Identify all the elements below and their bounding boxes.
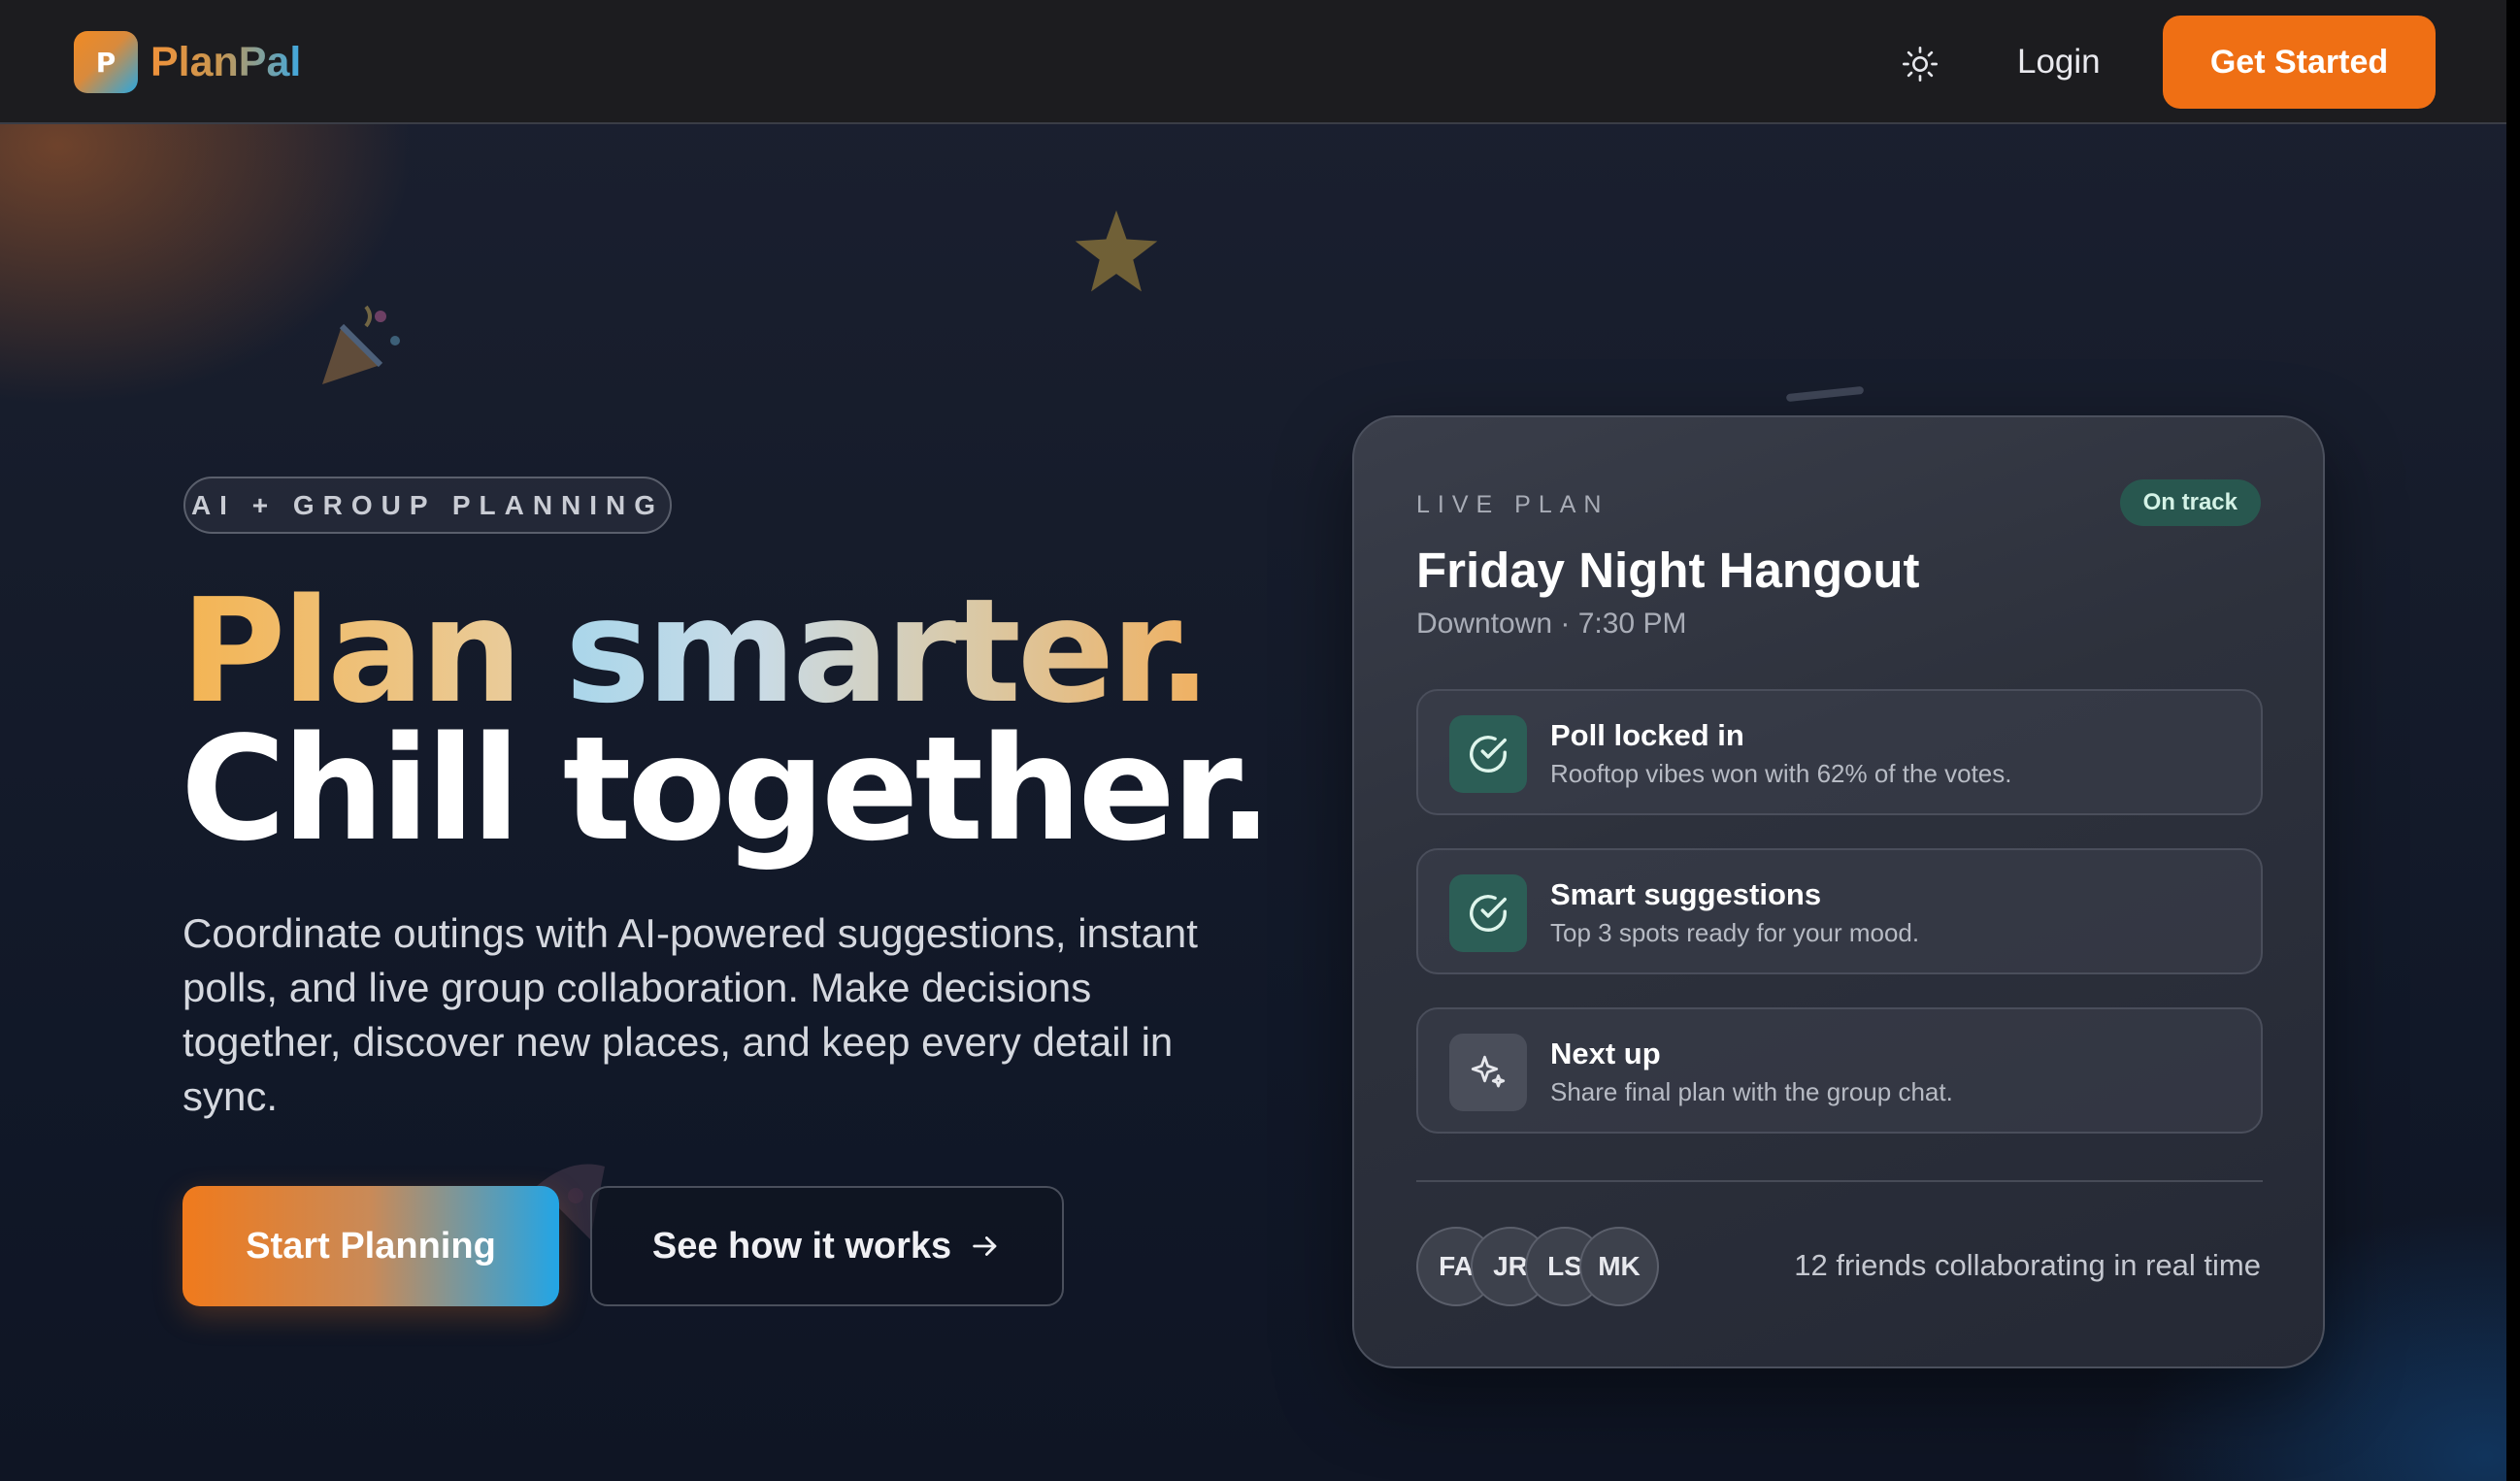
sparkles-icon	[1449, 1034, 1527, 1111]
hero-description: Coordinate outings with AI-powered sugge…	[182, 910, 1198, 1119]
check-circle-icon	[1449, 715, 1527, 793]
start-planning-button[interactable]: Start Planning	[182, 1186, 559, 1306]
logo-icon[interactable]: P	[74, 31, 138, 93]
step-title: Next up	[1550, 1037, 1661, 1070]
plan-title: Friday Night Hangout	[1416, 543, 1920, 598]
live-plan-card: LIVE PLAN On track Friday Night Hangout …	[1352, 415, 2325, 1368]
step-description: Rooftop vibes won with 62% of the votes.	[1550, 759, 2012, 788]
sun-icon	[1903, 47, 1938, 82]
top-navbar: P PlanPal Login Get Started	[0, 0, 2506, 124]
get-started-button[interactable]: Get Started	[2163, 16, 2436, 109]
theme-toggle-button[interactable]	[1899, 43, 1941, 85]
status-badge: On track	[2119, 479, 2261, 526]
see-how-it-works-button[interactable]: See how it works	[590, 1186, 1064, 1306]
step-description: Share final plan with the group chat.	[1550, 1077, 1953, 1106]
step-title: Smart suggestions	[1550, 877, 1822, 911]
avatar[interactable]: MK	[1579, 1227, 1659, 1306]
login-link[interactable]: Login	[2017, 39, 2101, 85]
card-divider	[1416, 1180, 2263, 1182]
step-title: Poll locked in	[1550, 718, 1744, 752]
hero-headline-line-2: Chill together.	[181, 706, 1273, 872]
star-decoration-icon	[1075, 210, 1158, 292]
card-eyebrow: LIVE PLAN	[1416, 491, 1609, 518]
landing-page: P PlanPal Login Get Started AI + GROUP P…	[0, 0, 2520, 1481]
plan-step-suggestions[interactable]: Smart suggestions Top 3 spots ready for …	[1416, 848, 2263, 974]
confetti-decoration-icon	[1786, 386, 1864, 402]
brand-name[interactable]: PlanPal	[150, 35, 301, 89]
party-popper-icon	[322, 305, 400, 384]
arrow-right-icon	[973, 1236, 997, 1256]
collaboration-status-text: 12 friends collaborating in real time	[1794, 1248, 2261, 1282]
plan-step-next-up[interactable]: Next up Share final plan with the group …	[1416, 1007, 2263, 1134]
plan-step-poll[interactable]: Poll locked in Rooftop vibes won with 62…	[1416, 689, 2263, 815]
check-circle-icon	[1449, 874, 1527, 952]
see-how-it-works-label: See how it works	[651, 1225, 952, 1267]
plan-subtitle: Downtown · 7:30 PM	[1416, 608, 1687, 640]
step-description: Top 3 spots ready for your mood.	[1550, 918, 1920, 947]
collaborator-avatars: FA JR LS MK	[1416, 1227, 1669, 1308]
page-scrollbar[interactable]	[2506, 0, 2520, 1481]
hero-eyebrow-badge: AI + GROUP PLANNING	[183, 477, 672, 534]
